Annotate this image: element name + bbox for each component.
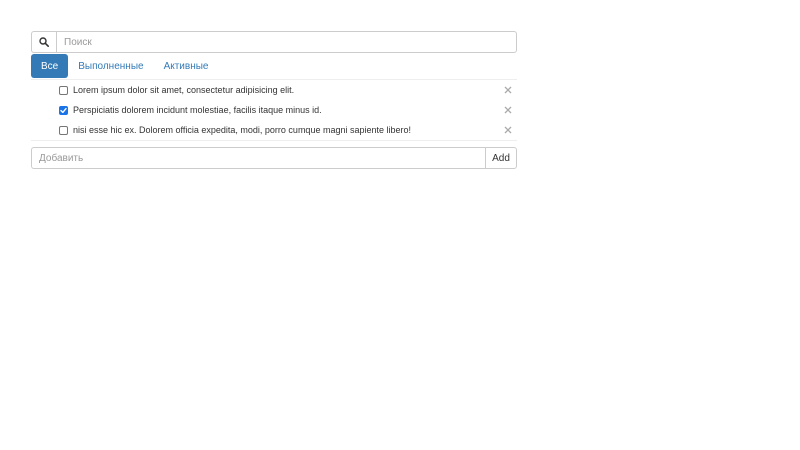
check-icon bbox=[60, 107, 67, 113]
todo-checkbox[interactable] bbox=[59, 85, 68, 95]
filter-tabs: Все Выполненные Активные bbox=[31, 54, 517, 78]
add-input[interactable] bbox=[31, 147, 485, 169]
todo-app: Все Выполненные Активные Lorem ipsum dol… bbox=[31, 31, 517, 169]
tab-done[interactable]: Выполненные bbox=[68, 54, 153, 78]
todo-checkbox[interactable] bbox=[59, 105, 68, 115]
add-button[interactable]: Add bbox=[485, 147, 517, 169]
add-group: Add bbox=[31, 147, 517, 169]
close-icon[interactable] bbox=[502, 104, 514, 116]
todo-text: Lorem ipsum dolor sit amet, consectetur … bbox=[73, 85, 295, 95]
tab-active[interactable]: Активные bbox=[154, 54, 219, 78]
list-item: Perspiciatis dolorem incidunt molestiae,… bbox=[31, 100, 517, 120]
tab-all[interactable]: Все bbox=[31, 54, 69, 78]
todo-text: Perspiciatis dolorem incidunt molestiae,… bbox=[73, 105, 322, 115]
close-icon[interactable] bbox=[502, 124, 514, 136]
list-item: nisi esse hic ex. Dolorem officia expedi… bbox=[31, 120, 517, 140]
todo-text: nisi esse hic ex. Dolorem officia expedi… bbox=[73, 125, 412, 135]
todo-checkbox[interactable] bbox=[59, 125, 68, 135]
search-input[interactable] bbox=[56, 31, 517, 53]
todo-list: Lorem ipsum dolor sit amet, consectetur … bbox=[31, 79, 517, 141]
search-icon bbox=[31, 31, 56, 53]
list-item: Lorem ipsum dolor sit amet, consectetur … bbox=[31, 80, 517, 100]
close-icon[interactable] bbox=[502, 84, 514, 96]
search-group bbox=[31, 31, 517, 53]
